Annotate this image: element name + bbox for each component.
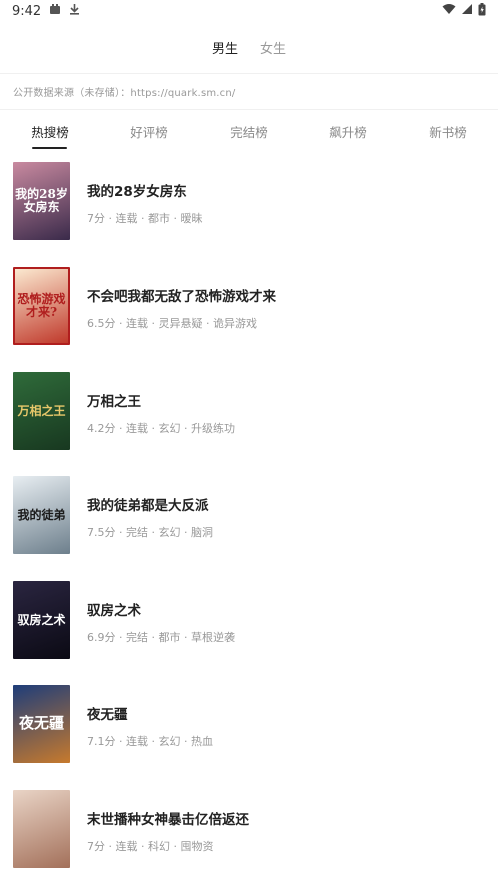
download-icon xyxy=(69,3,80,19)
gender-tabs: 男生 女生 xyxy=(0,22,498,72)
book-cover: 驭房之术 xyxy=(13,581,70,659)
book-cover: 万相之王 xyxy=(13,372,70,450)
book-title: 末世播种女神暴击亿倍返还 xyxy=(87,812,249,828)
cover-title: 我的徒弟 xyxy=(17,507,66,522)
cover-title: 夜无疆 xyxy=(18,714,64,733)
tab-new-books[interactable]: 新书榜 xyxy=(429,122,467,141)
status-right xyxy=(442,2,486,20)
book-meta: 6.5分 · 连载 · 灵异悬疑 · 诡异游戏 xyxy=(87,317,257,330)
book-title: 万相之王 xyxy=(87,394,141,410)
wifi-icon xyxy=(442,3,456,19)
book-title: 我的徒弟都是大反派 xyxy=(87,498,209,514)
book-item[interactable]: 万相之王 万相之王 4.2分 · 连载 · 玄幻 · 升级练功 xyxy=(0,372,498,452)
book-item[interactable]: 驭房之术 驭房之术 6.9分 · 完结 · 都市 · 草根逆袭 xyxy=(0,581,498,661)
tab-hot-search[interactable]: 热搜榜 xyxy=(31,122,69,141)
book-item[interactable]: 夜无疆 夜无疆 7.1分 · 连载 · 玄幻 · 热血 xyxy=(0,685,498,765)
status-bar: 9:42 xyxy=(0,0,498,22)
book-meta: 7.5分 · 完结 · 玄幻 · 脑洞 xyxy=(87,526,213,539)
book-cover: 夜无疆 xyxy=(13,685,70,763)
book-cover: 我的28岁女房东 xyxy=(13,162,70,240)
tab-female[interactable]: 女生 xyxy=(260,38,286,57)
cover-title: 我的28岁女房东 xyxy=(15,187,68,214)
book-meta: 7分 · 连载 · 都市 · 暧昧 xyxy=(87,212,203,225)
tab-completed[interactable]: 完结榜 xyxy=(230,122,268,141)
signal-icon xyxy=(461,3,473,19)
book-meta: 7分 · 连载 · 科幻 · 囤物资 xyxy=(87,840,214,853)
book-title: 不会吧我都无敌了恐怖游戏才来 xyxy=(87,289,276,305)
cover-title: 恐怖游戏才来? xyxy=(17,292,66,319)
book-meta: 6.9分 · 完结 · 都市 · 草根逆袭 xyxy=(87,631,235,644)
book-item[interactable]: 恐怖游戏才来? 不会吧我都无敌了恐怖游戏才来 6.5分 · 连载 · 灵异悬疑 … xyxy=(0,267,498,347)
book-item[interactable]: 末世播种女神暴击亿倍返还 7分 · 连载 · 科幻 · 囤物资 xyxy=(0,790,498,870)
tab-top-rated[interactable]: 好评榜 xyxy=(130,122,168,141)
book-title: 驭房之术 xyxy=(87,603,141,619)
cover-title: 驭房之术 xyxy=(17,612,66,627)
book-cover xyxy=(13,790,70,868)
active-tab-indicator xyxy=(32,147,67,149)
book-meta: 7.1分 · 连载 · 玄幻 · 热血 xyxy=(87,735,213,748)
book-meta: 4.2分 · 连载 · 玄幻 · 升级练功 xyxy=(87,422,235,435)
divider xyxy=(0,73,498,74)
source-notice: 公开数据来源（未存储）：https://quark.sm.cn/ xyxy=(13,88,236,99)
book-cover: 我的徒弟 xyxy=(13,476,70,554)
book-title: 我的28岁女房东 xyxy=(87,184,187,200)
book-item[interactable]: 我的徒弟 我的徒弟都是大反派 7.5分 · 完结 · 玄幻 · 脑洞 xyxy=(0,476,498,556)
battery-icon xyxy=(478,2,486,20)
android-notification-icon xyxy=(49,3,61,19)
status-left: 9:42 xyxy=(12,3,80,19)
cover-title: 万相之王 xyxy=(17,403,66,418)
status-time: 9:42 xyxy=(12,3,42,19)
tab-rising[interactable]: 飙升榜 xyxy=(329,122,367,141)
book-cover: 恐怖游戏才来? xyxy=(13,267,70,345)
tab-male[interactable]: 男生 xyxy=(212,38,238,57)
rank-tabs: 热搜榜 好评榜 完结榜 飙升榜 新书榜 xyxy=(0,110,498,152)
book-item[interactable]: 我的28岁女房东 我的28岁女房东 7分 · 连载 · 都市 · 暧昧 xyxy=(0,162,498,242)
book-title: 夜无疆 xyxy=(87,707,128,723)
